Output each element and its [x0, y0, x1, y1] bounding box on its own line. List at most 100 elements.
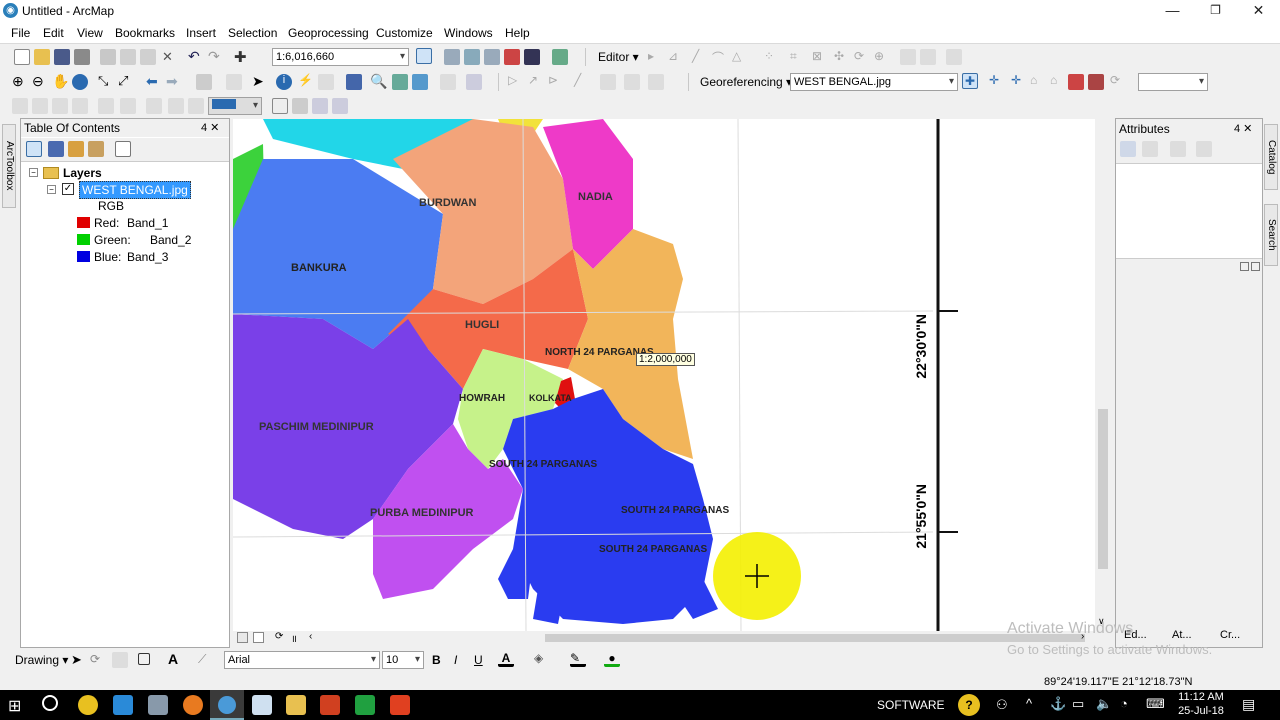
attr-split-a-icon[interactable] — [1240, 262, 1249, 271]
font-size-dropdown[interactable]: 10 — [382, 651, 424, 669]
georef-layer-dropdown[interactable]: WEST BENGAL.jpg — [790, 73, 958, 91]
arctoolbox-tab[interactable]: ArcToolbox — [2, 124, 16, 208]
list-by-drawing-order-icon[interactable] — [26, 141, 42, 157]
find-icon[interactable]: 🔍 — [370, 73, 387, 89]
endpoint-arc-icon[interactable]: ⌒ — [712, 49, 728, 65]
zoom-out-icon[interactable]: ⊖ — [32, 73, 48, 89]
georef-viewer-icon[interactable] — [624, 74, 640, 90]
forward-extent-icon[interactable]: ➡ — [166, 73, 182, 89]
menu-insert[interactable]: Insert — [186, 26, 216, 40]
powerpoint-icon[interactable] — [320, 695, 340, 715]
layers-collapse-icon[interactable]: − — [29, 168, 38, 177]
tray-chevron-icon[interactable]: ^ — [1026, 696, 1032, 711]
georef-line-icon[interactable]: ╱ — [574, 73, 590, 89]
layout-view-icon[interactable] — [253, 632, 264, 643]
notepad-icon[interactable] — [252, 695, 272, 715]
cut-polygon-icon[interactable]: ⊠ — [812, 49, 828, 65]
route-icon[interactable] — [392, 74, 408, 90]
toolbox-icon[interactable] — [504, 49, 520, 65]
fixed-zoom-in-icon[interactable]: ⤡ — [98, 73, 114, 89]
menu-edit[interactable]: Edit — [43, 26, 64, 40]
identify-icon[interactable]: i — [276, 74, 292, 90]
zoom-whole-page-icon[interactable] — [72, 98, 88, 114]
map-view[interactable]: BURDWAN BANKURA NADIA HUGLI NORTH 24 PAR… — [233, 119, 1095, 631]
data-driven-pages-icon[interactable] — [332, 98, 348, 114]
undo-icon[interactable]: ↶ — [188, 48, 204, 64]
georef-fit-icon[interactable] — [648, 74, 664, 90]
attributes-list[interactable] — [1116, 163, 1262, 259]
edge-icon[interactable] — [113, 695, 133, 715]
zoom-in-icon[interactable]: ⊕ — [12, 73, 28, 89]
georeferencing-menu[interactable]: Georeferencing ▾ — [700, 75, 792, 89]
menu-geoprocessing[interactable]: Geoprocessing — [288, 26, 369, 40]
toc-pin-close[interactable]: 4 ✕ — [201, 121, 219, 134]
paste-icon[interactable] — [140, 49, 156, 65]
pan-icon[interactable]: ✋ — [52, 73, 69, 89]
time-slider-icon[interactable] — [440, 74, 456, 90]
split-icon[interactable]: ✣ — [834, 49, 850, 65]
search-window-icon[interactable] — [484, 49, 500, 65]
volume-icon[interactable]: 🔈 — [1096, 696, 1112, 712]
layout-forward-icon[interactable] — [188, 98, 204, 114]
windows-start-icon[interactable]: ⊞ — [8, 696, 21, 716]
layout-zoom-dropdown[interactable] — [208, 97, 262, 115]
editor-menu[interactable]: Editor ▾ — [598, 50, 639, 64]
auto-adjust-icon[interactable]: ⌂ — [1050, 73, 1066, 89]
edit-annotation-icon[interactable]: ⊿ — [668, 49, 684, 65]
hscroll-thumb[interactable] — [545, 634, 1085, 642]
focus-data-frame-icon[interactable] — [292, 98, 308, 114]
menu-file[interactable]: File — [11, 26, 30, 40]
save-icon[interactable] — [54, 49, 70, 65]
create-features-icon[interactable] — [920, 49, 936, 65]
underline-button[interactable]: U — [474, 653, 483, 667]
bold-button[interactable]: B — [432, 653, 441, 667]
menu-selection[interactable]: Selection — [228, 26, 277, 40]
menu-windows[interactable]: Windows — [444, 26, 493, 40]
attr-options-icon[interactable] — [1170, 141, 1186, 157]
clock-time[interactable]: 11:12 AM — [1176, 691, 1226, 703]
recorder-icon[interactable] — [390, 695, 410, 715]
reshape-icon[interactable]: ⌗ — [790, 49, 806, 65]
zoom-to-selected-icon[interactable] — [112, 652, 128, 668]
georef-rotate-icon[interactable]: ▷ — [508, 73, 524, 89]
layout-pan-icon[interactable] — [52, 98, 68, 114]
file-explorer-icon[interactable] — [286, 695, 306, 715]
select-elements-draw-icon[interactable]: ➤ — [71, 652, 87, 668]
full-extent-icon[interactable] — [72, 74, 88, 90]
tab-attributes[interactable]: At... — [1172, 629, 1192, 641]
menu-customize[interactable]: Customize — [376, 26, 433, 40]
marker-color-icon[interactable]: ● — [604, 651, 620, 667]
cut-icon[interactable] — [100, 49, 116, 65]
layout-zoom-in-icon[interactable] — [12, 98, 28, 114]
layout-zoom-out-icon[interactable] — [32, 98, 48, 114]
open-folder-icon[interactable] — [34, 49, 50, 65]
toc-options-icon[interactable] — [115, 141, 131, 157]
georef-table-icon[interactable] — [600, 74, 616, 90]
sketch-properties-icon[interactable] — [900, 49, 916, 65]
add-data-icon[interactable]: ✚ — [234, 48, 250, 66]
close-button[interactable]: ✕ — [1236, 0, 1280, 22]
font-dropdown[interactable]: Arial — [224, 651, 380, 669]
editor-options-icon[interactable] — [946, 49, 962, 65]
layout-fixed-zoom-in-icon[interactable] — [98, 98, 114, 114]
line-color-icon[interactable]: ✎ — [570, 651, 586, 667]
select-features-icon[interactable] — [196, 74, 212, 90]
minimize-button[interactable]: — — [1150, 0, 1195, 22]
delete-link-icon[interactable]: ⌂ — [1030, 73, 1046, 89]
select-link-icon[interactable]: ✛ — [986, 73, 1002, 89]
create-viewer-icon[interactable] — [466, 74, 482, 90]
georef-shift-icon[interactable]: ↗ — [528, 73, 544, 89]
edit-tool-icon[interactable]: ▸ — [648, 49, 664, 65]
maximize-button[interactable]: ❐ — [1193, 0, 1238, 22]
font-color-icon[interactable]: A — [498, 651, 514, 667]
toggle-draft-icon[interactable] — [272, 98, 288, 114]
rotate-element-icon[interactable]: ⟳ — [90, 652, 106, 668]
taskbar-software-label[interactable]: SOFTWARE — [877, 698, 945, 712]
hyperlink-icon[interactable]: ⚡ — [298, 73, 314, 89]
battery-icon[interactable]: ▭ — [1072, 696, 1084, 712]
layer-name[interactable]: WEST BENGAL.jpg — [79, 181, 191, 199]
keyboard-icon[interactable]: ⌨ — [1146, 696, 1165, 712]
add-control-points-icon[interactable]: ✚ — [962, 73, 978, 89]
catalog-icon[interactable] — [464, 49, 480, 65]
layout-fixed-zoom-out-icon[interactable] — [120, 98, 136, 114]
